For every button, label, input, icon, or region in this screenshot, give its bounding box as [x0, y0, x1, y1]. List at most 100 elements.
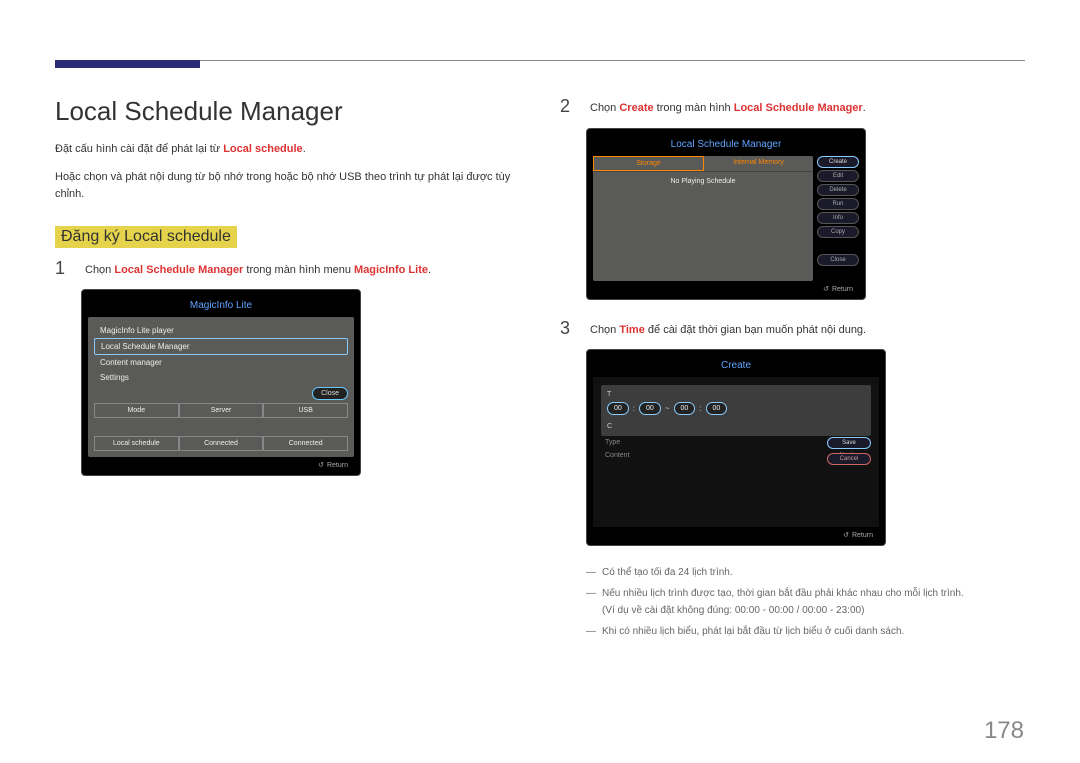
- intro-line1: Đặt cấu hình cài đặt để phát lại từ Loca…: [55, 141, 520, 159]
- return-label: Return: [852, 532, 873, 539]
- time-overlay: T 00 : 00 ~ 00 : 00 C: [601, 385, 871, 436]
- t: trong màn hình: [654, 102, 734, 114]
- edit-button: Edit: [817, 170, 859, 182]
- page-title: Local Schedule Manager: [55, 96, 520, 127]
- screenshot-magicinfo-lite: MagicInfo Lite MagicInfo Lite player Loc…: [81, 289, 361, 476]
- main-panel: Storage Internal Memory No Playing Sched…: [593, 156, 813, 281]
- step-2: 2 Chọn Create trong màn hình Local Sched…: [560, 96, 1025, 118]
- return-label: Return: [327, 462, 348, 469]
- step-text: Chọn Local Schedule Manager trong màn hì…: [85, 258, 431, 280]
- screenshot-local-schedule-manager: Local Schedule Manager Storage Internal …: [586, 128, 866, 300]
- dash-icon: ―: [586, 585, 596, 619]
- menu-item: MagicInfo Lite player: [94, 323, 348, 338]
- cancel-button: Cancel: [827, 453, 871, 465]
- delete-button: Delete: [817, 184, 859, 196]
- footnotes: ―Có thể tạo tối đa 24 lịch trình. ―Nếu n…: [586, 564, 1025, 640]
- cell: Server: [179, 403, 264, 418]
- screenshot-create: Create T 00 : 00 ~ 00 : 00 C T: [586, 349, 886, 546]
- device-footer: Return: [593, 527, 879, 539]
- note: ― Có thể tạo tối đa 24 lịch trình.: [586, 564, 1025, 581]
- step-number: 2: [560, 96, 578, 118]
- status-row: Mode Server USB: [94, 403, 348, 418]
- run-button: Run: [817, 198, 859, 210]
- right-column: 2 Chọn Create trong màn hình Local Sched…: [560, 96, 1025, 644]
- intro-text: Đặt cấu hình cài đặt để phát lại từ: [55, 143, 223, 155]
- device-title: MagicInfo Lite: [88, 296, 354, 317]
- create-button: Create: [817, 156, 859, 168]
- cell: Connected: [179, 436, 264, 451]
- colon: :: [633, 404, 635, 413]
- menu-item: Content manager: [94, 355, 348, 370]
- note: ― Khi có nhiều lịch biểu, phát lại bắt đầ…: [586, 623, 1025, 640]
- step-text: Chọn Create trong màn hình Local Schedul…: [590, 96, 866, 118]
- k: Type: [605, 439, 620, 446]
- content-columns: Local Schedule Manager Đặt cấu hình cài …: [55, 96, 1025, 644]
- close-button: Close: [817, 254, 859, 266]
- step-text: Chọn Time để cài đặt thời gian bạn muốn …: [590, 318, 866, 340]
- t: để cài đặt thời gian bạn muốn phát nội d…: [645, 324, 866, 336]
- device-body: T 00 : 00 ~ 00 : 00 C Type Internal: [593, 377, 879, 527]
- cell: Connected: [263, 436, 348, 451]
- intro-post: .: [303, 143, 306, 155]
- step-number: 3: [560, 318, 578, 340]
- memory-label: Internal Memory: [704, 156, 813, 171]
- time-hh2: 00: [674, 402, 696, 415]
- accent-bar: [55, 60, 200, 68]
- device-body: MagicInfo Lite player Local Schedule Man…: [88, 317, 354, 457]
- step-1: 1 Chọn Local Schedule Manager trong màn …: [55, 258, 520, 280]
- t: trong màn hình menu: [243, 264, 354, 276]
- step-number: 1: [55, 258, 73, 280]
- device-footer: Return: [88, 457, 354, 469]
- page-top-rule: [55, 60, 1025, 61]
- time-mm2: 00: [706, 402, 728, 415]
- tilde: ~: [665, 404, 670, 413]
- save-button: Save: [827, 437, 871, 449]
- page-number: 178: [984, 717, 1024, 745]
- empty-message: No Playing Schedule: [593, 172, 813, 191]
- t: Chọn: [590, 324, 619, 336]
- return-icon: [823, 286, 832, 293]
- intro-line2: Hoặc chọn và phát nội dung từ bộ nhớ tro…: [55, 169, 520, 204]
- cell: USB: [263, 403, 348, 418]
- menu-item: Settings: [94, 370, 348, 385]
- colon: :: [699, 404, 701, 413]
- device-body: Storage Internal Memory No Playing Sched…: [593, 156, 859, 281]
- return-label: Return: [832, 286, 853, 293]
- cell: Local schedule: [94, 436, 179, 451]
- status-row: Local schedule Connected Connected: [94, 436, 348, 451]
- storage-label: Storage: [593, 156, 704, 171]
- intro-highlight: Local schedule: [223, 143, 302, 155]
- hl: Local Schedule Manager: [734, 102, 863, 114]
- device-title: Local Schedule Manager: [593, 135, 859, 156]
- side-buttons: Create Edit Delete Run Info Copy Close: [817, 156, 859, 281]
- t: .: [863, 102, 866, 114]
- dash-icon: ―: [586, 564, 596, 581]
- section-title: Đăng ký Local schedule: [55, 226, 237, 248]
- side-buttons: Save Cancel: [827, 437, 871, 465]
- t: .: [428, 264, 431, 276]
- close-button: Close: [312, 387, 348, 400]
- header-row: Storage Internal Memory: [593, 156, 813, 172]
- note-text: Nếu nhiều lịch trình được tạo, thời gian…: [602, 585, 964, 619]
- return-icon: [318, 462, 327, 469]
- left-column: Local Schedule Manager Đặt cấu hình cài …: [55, 96, 520, 644]
- t: Chọn: [85, 264, 114, 276]
- time-mm1: 00: [639, 402, 661, 415]
- hl: Local Schedule Manager: [114, 264, 243, 276]
- copy-button: Copy: [817, 226, 859, 238]
- k: Content: [605, 452, 630, 459]
- time-row: 00 : 00 ~ 00 : 00: [607, 402, 865, 415]
- step-3: 3 Chọn Time để cài đặt thời gian bạn muố…: [560, 318, 1025, 340]
- note: ―Nếu nhiều lịch trình được tạo, thời gia…: [586, 585, 1025, 619]
- device-title: Create: [593, 356, 879, 377]
- hl: MagicInfo Lite: [354, 264, 428, 276]
- menu-item-selected: Local Schedule Manager: [94, 338, 348, 355]
- dash-icon: ―: [586, 623, 596, 640]
- note-text: Khi có nhiều lịch biểu, phát lại bắt đầu…: [602, 623, 904, 640]
- c-label: C: [607, 423, 865, 430]
- note-text: Có thể tạo tối đa 24 lịch trình.: [602, 564, 733, 581]
- hl: Create: [619, 102, 653, 114]
- device-footer: Return: [593, 281, 859, 293]
- hl: Time: [619, 324, 644, 336]
- return-icon: [843, 532, 852, 539]
